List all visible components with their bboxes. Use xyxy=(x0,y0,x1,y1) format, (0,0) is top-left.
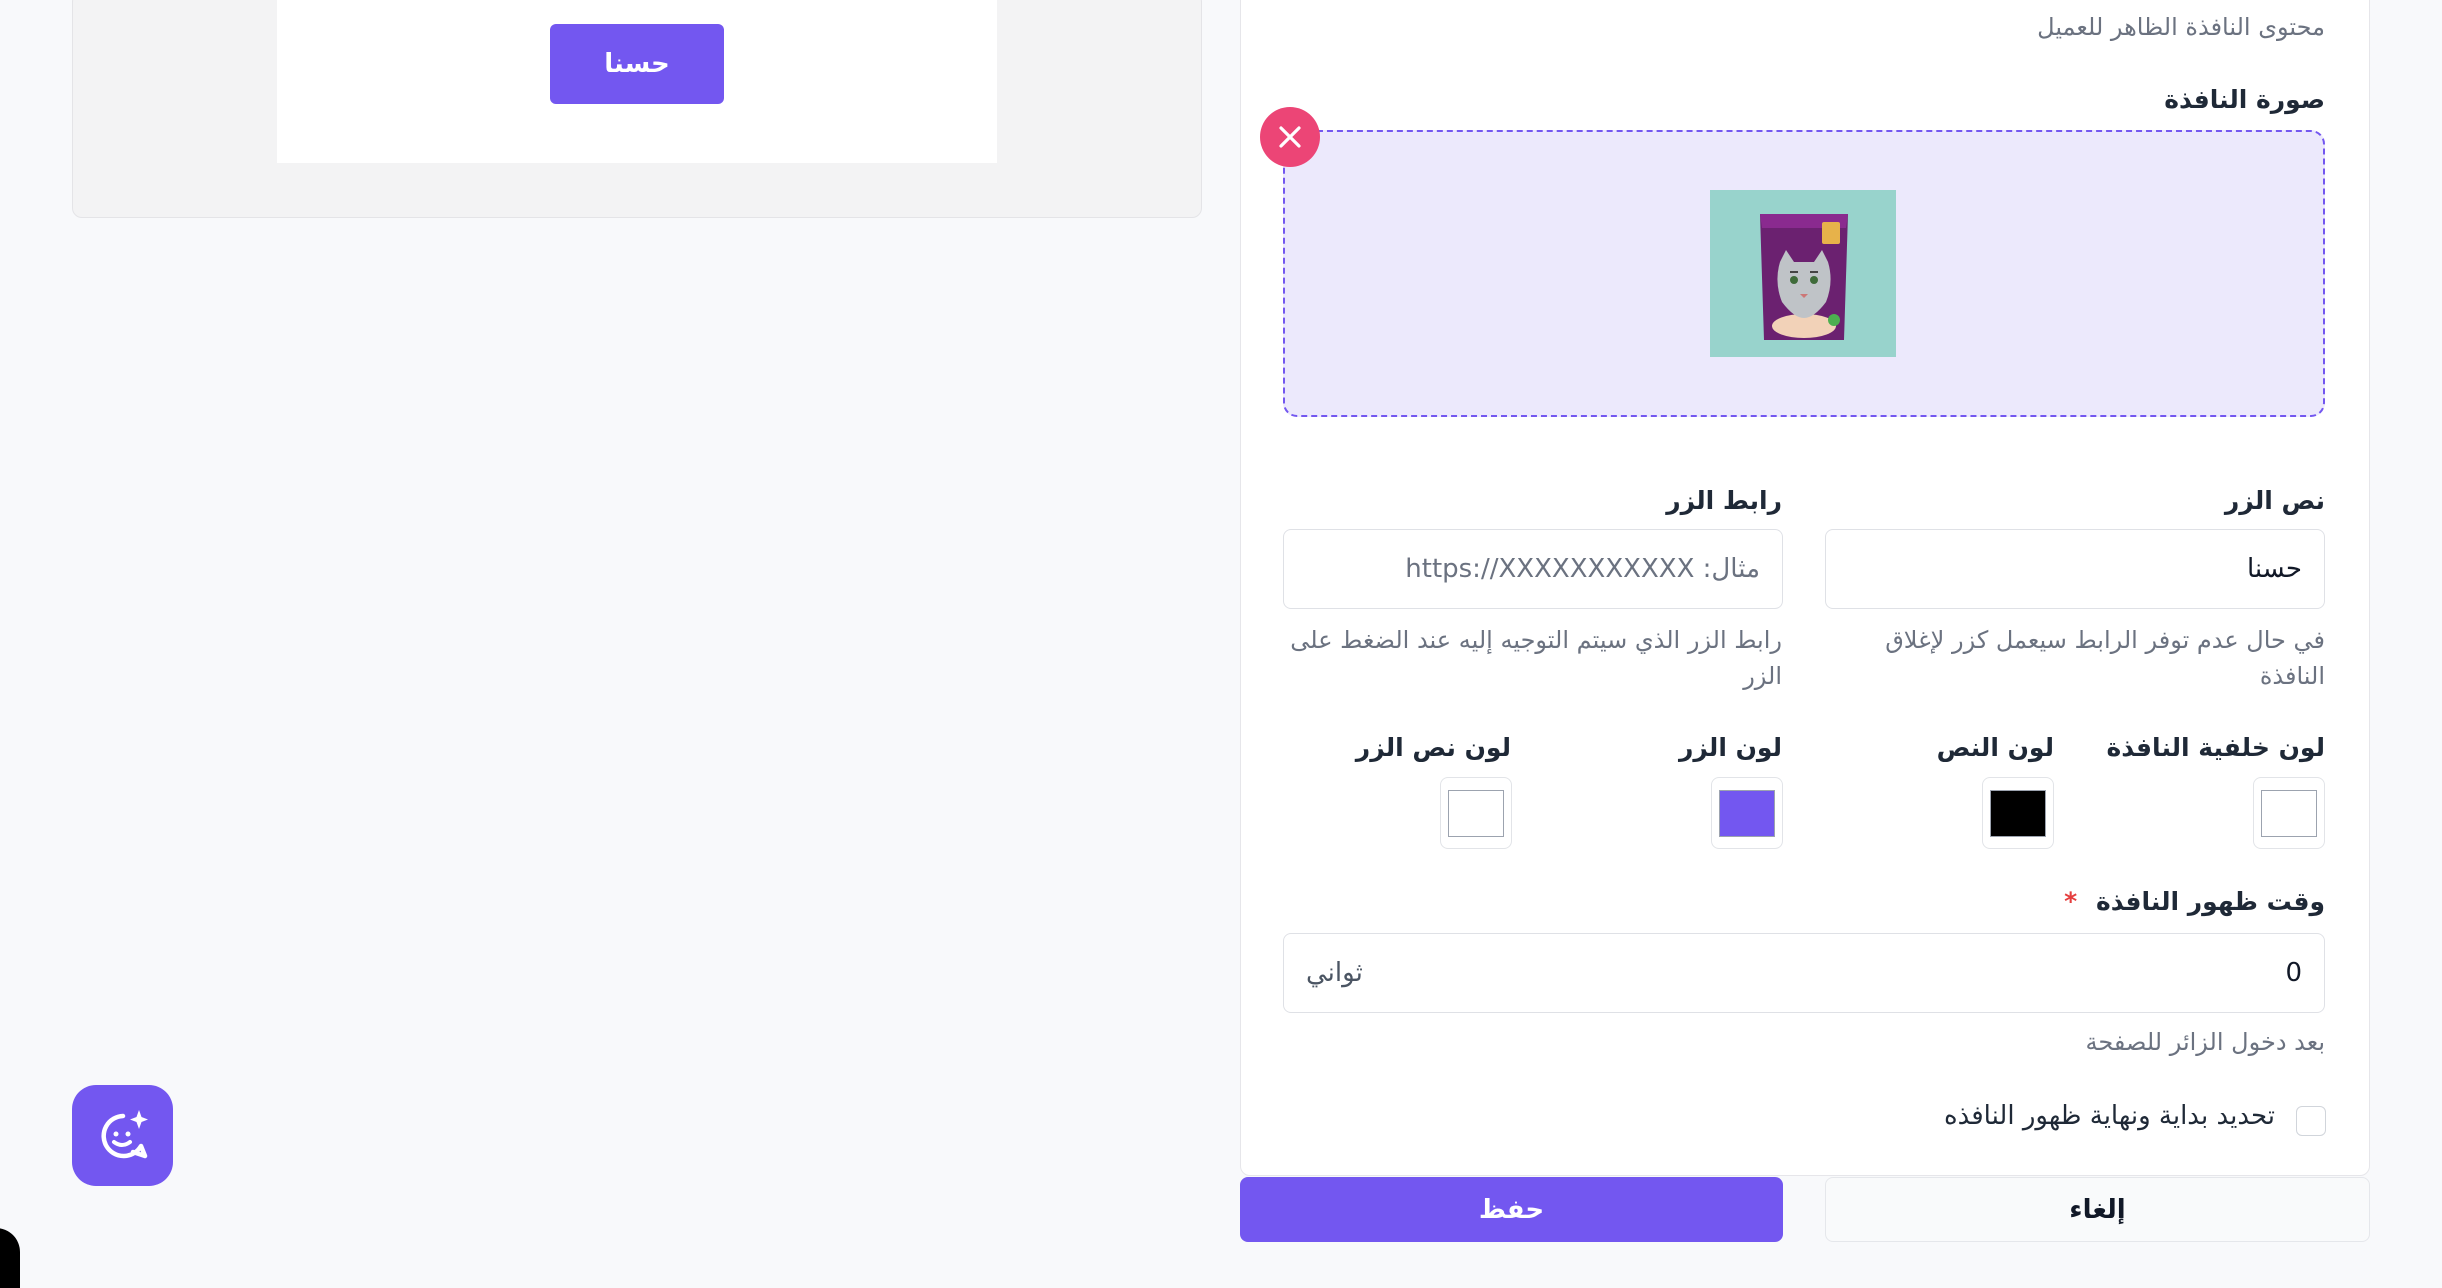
button-text-input[interactable]: حسنا xyxy=(1825,529,2325,609)
cancel-button[interactable]: إلغاء xyxy=(1825,1177,2370,1242)
button-color-label: لون الزر xyxy=(1678,733,1782,762)
window-bg-color-picker[interactable] xyxy=(2253,777,2325,849)
save-button[interactable]: حفظ xyxy=(1240,1177,1783,1242)
button-link-label: رابط الزر xyxy=(1666,486,1782,515)
delay-help: بعد دخول الزائر للصفحة xyxy=(2085,1028,2325,1056)
schedule-label[interactable]: تحديد بداية ونهاية ظهور النافذه xyxy=(1944,1101,2275,1131)
button-link-placeholder: مثال: https://XXXXXXXXXXX xyxy=(1405,554,1760,584)
button-text-label: نص الزر xyxy=(2224,486,2325,515)
chat-sparkle-icon xyxy=(101,1109,148,1158)
delay-label: وقت ظهور النافذة * xyxy=(2064,887,2325,916)
button-text-color-picker[interactable] xyxy=(1440,777,1512,849)
button-color-picker[interactable] xyxy=(1711,777,1783,849)
popup-image xyxy=(1710,190,1896,357)
chat-assistant-button[interactable] xyxy=(72,1085,173,1186)
delay-label-text: وقت ظهور النافذة xyxy=(2095,887,2325,916)
button-link-help: رابط الزر الذي سيتم التوجيه إليه عند الض… xyxy=(1290,626,1782,690)
schedule-checkbox[interactable] xyxy=(2296,1106,2326,1136)
delay-unit: ثواني xyxy=(1306,958,1363,988)
button-link-input[interactable]: مثال: https://XXXXXXXXXXX xyxy=(1283,529,1783,609)
text-color-picker[interactable] xyxy=(1982,777,2054,849)
text-color-swatch xyxy=(1990,789,2046,837)
button-text-color-label: لون نص الزر xyxy=(1355,733,1511,762)
button-color-swatch xyxy=(1719,789,1775,837)
delay-value: 0 xyxy=(2285,958,2302,988)
window-bg-color-swatch xyxy=(2261,789,2317,837)
close-icon xyxy=(1279,126,1301,148)
image-label: صورة النافذة xyxy=(2164,85,2325,114)
required-mark: * xyxy=(2064,887,2078,916)
window-corner xyxy=(0,1228,20,1288)
button-text-color-swatch xyxy=(1448,789,1504,837)
remove-image-button[interactable] xyxy=(1260,107,1320,167)
button-text-help: في حال عدم توفر الرابط سيعمل كزر لإغلاق … xyxy=(1885,626,2325,690)
button-text-value: حسنا xyxy=(2246,554,2302,584)
preview-button[interactable]: حسنا xyxy=(550,24,724,104)
content-hint: محتوى النافذة الظاهر للعميل xyxy=(2037,13,2325,41)
text-color-label: لون النص xyxy=(1936,733,2054,762)
delay-input[interactable]: 0 ثواني xyxy=(1283,933,2325,1013)
window-bg-color-label: لون خلفية النافذة xyxy=(2106,733,2325,762)
